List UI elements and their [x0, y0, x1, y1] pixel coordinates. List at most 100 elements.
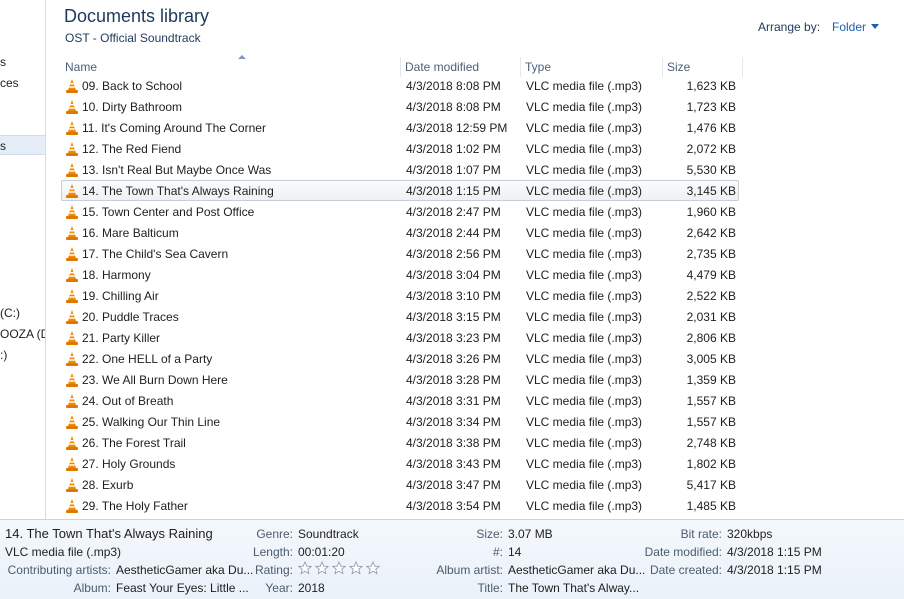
file-row[interactable]: 18. Harmony 4/3/2018 3:04 PM VLC media fil… — [61, 264, 739, 285]
file-size: 1,485 KB — [686, 499, 736, 513]
vlc-cone-icon — [66, 331, 78, 345]
library-title: Documents library — [64, 6, 210, 26]
file-name: 21. Party Killer — [82, 331, 161, 345]
file-name: 09. Back to School — [82, 79, 183, 93]
nav-item-drive-c[interactable]: (C:) — [0, 303, 20, 323]
file-row[interactable]: 24. Out of Breath 4/3/2018 3:31 PM VLC med… — [61, 390, 739, 411]
file-row-selected[interactable]: 14. The Town That's Always Raining 4/3/20… — [61, 180, 739, 201]
details-file-type: VLC media file (.mp3) — [5, 545, 122, 559]
nav-item[interactable]: ces — [0, 73, 19, 93]
file-date-modified: 4/3/2018 3:26 PM — [406, 352, 501, 366]
details-label: Title: — [477, 581, 503, 595]
nav-item-drive-d[interactable]: OOZA (D — [0, 324, 45, 344]
file-name: 12. The Red Fiend — [82, 142, 182, 156]
vlc-cone-icon — [66, 100, 78, 114]
file-name: 10. Dirty Bathroom — [82, 100, 183, 114]
nav-item-drive[interactable]: :) — [0, 345, 7, 365]
file-list-pane: Documents library OST - Official Soundtr… — [47, 0, 904, 519]
chevron-down-icon[interactable] — [871, 24, 879, 29]
star-icon[interactable] — [298, 561, 312, 575]
details-genre[interactable]: Soundtrack — [298, 527, 359, 541]
vlc-cone-icon — [66, 142, 78, 156]
file-row[interactable]: 16. Mare Balticum 4/3/2018 2:44 PM VLC med… — [61, 222, 739, 243]
file-row[interactable]: 15. Town Center and Post Office 4/3/2018 … — [61, 201, 739, 222]
file-date-modified: 4/3/2018 3:15 PM — [406, 310, 501, 324]
file-size: 3,005 KB — [686, 352, 736, 366]
file-row[interactable]: 23. We All Burn Down Here 4/3/2018 3:28 P… — [61, 369, 739, 390]
star-icon[interactable] — [315, 561, 329, 575]
details-label: Year: — [265, 581, 293, 595]
file-date-modified: 4/3/2018 2:44 PM — [406, 226, 501, 240]
file-date-modified: 4/3/2018 2:47 PM — [406, 205, 501, 219]
file-row[interactable]: 13. Isn't Real But Maybe Once Was 4/3/201… — [61, 159, 739, 180]
star-icon[interactable] — [349, 561, 363, 575]
nav-item-selected[interactable]: s — [0, 135, 45, 155]
file-row[interactable]: 17. The Child's Sea Cavern 4/3/2018 2:56 … — [61, 243, 739, 264]
file-date-modified: 4/3/2018 3:04 PM — [406, 268, 501, 282]
file-date-modified: 4/3/2018 3:31 PM — [406, 394, 501, 408]
file-size: 1,802 KB — [686, 457, 736, 471]
file-row[interactable]: 22. One HELL of a Party 4/3/2018 3:26 PM V… — [61, 348, 739, 369]
nav-item[interactable]: s — [0, 52, 6, 72]
file-size: 2,735 KB — [686, 247, 736, 261]
details-label: #: — [492, 545, 503, 559]
file-type: VLC media file (.mp3) — [526, 457, 643, 471]
file-type: VLC media file (.mp3) — [526, 415, 643, 429]
file-size: 2,031 KB — [686, 310, 736, 324]
file-row[interactable]: 28. Exurb 4/3/2018 3:47 PM VLC media file … — [61, 474, 739, 495]
vlc-cone-icon — [66, 478, 78, 492]
vlc-cone-icon — [66, 289, 78, 303]
vlc-cone-icon — [66, 499, 78, 513]
details-size: 3.07 MB — [508, 527, 553, 541]
vlc-cone-icon — [66, 394, 78, 408]
file-size: 1,723 KB — [686, 100, 736, 114]
file-type: VLC media file (.mp3) — [526, 142, 643, 156]
vlc-cone-icon — [66, 415, 78, 429]
file-row[interactable]: 11. It's Coming Around The Corner 4/3/201… — [61, 117, 739, 138]
column-header-size[interactable]: Size — [663, 57, 743, 77]
column-header-name[interactable]: Name — [61, 55, 401, 77]
file-size: 4,479 KB — [686, 268, 736, 282]
column-header-type[interactable]: Type — [521, 57, 663, 77]
file-row[interactable]: 26. The Forest Trail 4/3/2018 3:38 PM VLC … — [61, 432, 739, 453]
file-row[interactable]: 12. The Red Fiend 4/3/2018 1:02 PM VLC med… — [61, 138, 739, 159]
file-row[interactable]: 10. Dirty Bathroom 4/3/2018 8:08 PM VLC me… — [61, 96, 739, 117]
vlc-cone-icon — [66, 247, 78, 261]
file-date-modified: 4/3/2018 3:28 PM — [406, 373, 501, 387]
vlc-cone-icon — [66, 184, 78, 198]
file-date-modified: 4/3/2018 3:10 PM — [406, 289, 501, 303]
file-type: VLC media file (.mp3) — [526, 100, 643, 114]
file-size: 1,623 KB — [686, 79, 736, 93]
file-date-modified: 4/3/2018 1:02 PM — [406, 142, 501, 156]
file-row[interactable]: 19. Chilling Air 4/3/2018 3:10 PM VLC medi… — [61, 285, 739, 306]
details-album[interactable]: Feast Your Eyes: Little ... — [116, 581, 249, 595]
details-track-number[interactable]: 14 — [508, 545, 521, 559]
column-header-date[interactable]: Date modified — [401, 57, 521, 77]
details-title[interactable]: The Town That's Alway... — [508, 581, 639, 595]
file-type: VLC media file (.mp3) — [526, 247, 643, 261]
file-row[interactable]: 21. Party Killer 4/3/2018 3:23 PM VLC medi… — [61, 327, 739, 348]
file-row[interactable]: 20. Puddle Traces 4/3/2018 3:15 PM VLC med… — [61, 306, 739, 327]
file-name: 29. The Holy Father — [82, 499, 188, 513]
file-type: VLC media file (.mp3) — [526, 478, 643, 492]
file-row[interactable]: 25. Walking Our Thin Line 4/3/2018 3:34 P… — [61, 411, 739, 432]
file-row[interactable]: 09. Back to School 4/3/2018 8:08 PM VLC me… — [61, 75, 739, 96]
file-type: VLC media file (.mp3) — [526, 268, 643, 282]
details-year[interactable]: 2018 — [298, 581, 325, 595]
vlc-cone-icon — [66, 352, 78, 366]
file-size: 5,530 KB — [686, 163, 736, 177]
file-size: 1,476 KB — [686, 121, 736, 135]
file-date-modified: 4/3/2018 3:54 PM — [406, 499, 501, 513]
details-label: Genre: — [256, 527, 293, 541]
details-label: Rating: — [254, 563, 293, 577]
file-row[interactable]: 29. The Holy Father 4/3/2018 3:54 PM VLC m… — [61, 495, 739, 516]
arrange-by-dropdown[interactable]: Folder — [832, 20, 866, 34]
file-type: VLC media file (.mp3) — [526, 499, 643, 513]
star-icon[interactable] — [332, 561, 346, 575]
navigation-pane: s ces s (C:) OOZA (D :) — [0, 0, 46, 519]
file-date-modified: 4/3/2018 3:23 PM — [406, 331, 501, 345]
file-name: 13. Isn't Real But Maybe Once Was — [82, 163, 272, 177]
file-name: 19. Chilling Air — [82, 289, 159, 303]
file-row[interactable]: 27. Holy Grounds 4/3/2018 3:43 PM VLC medi… — [61, 453, 739, 474]
star-icon[interactable] — [366, 561, 380, 575]
